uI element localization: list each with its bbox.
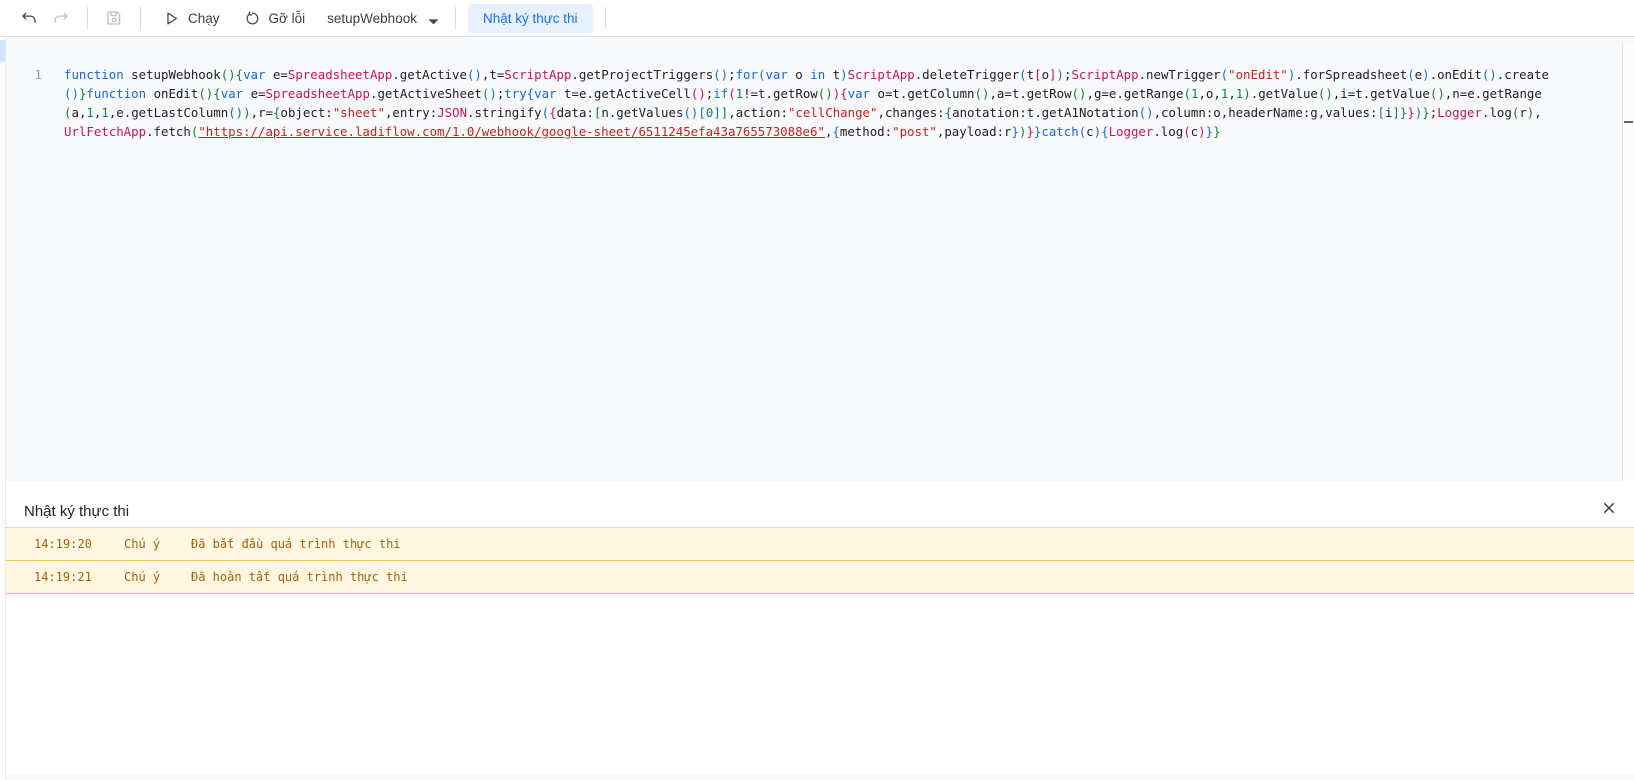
- function-selector-value: setupWebhook: [327, 10, 417, 26]
- toolbar-divider: [140, 7, 141, 29]
- overview-ruler[interactable]: [1622, 42, 1634, 481]
- log-row: 14:19:21 Chú ý Đã hoàn tất quá trình thực …: [6, 561, 1634, 594]
- save-button[interactable]: [100, 4, 128, 32]
- execution-log-header: Nhật ký thực thi: [6, 482, 1634, 528]
- run-icon: [163, 10, 180, 27]
- log-row: 14:19:20 Chú ý Đã bắt đầu quá trình thực t…: [6, 528, 1634, 561]
- log-time: 14:19:21: [34, 570, 92, 584]
- redo-icon: [52, 9, 70, 27]
- chevron-down-icon: [425, 13, 439, 25]
- run-label: Chạy: [188, 10, 220, 26]
- undo-button[interactable]: [15, 4, 43, 32]
- cursor-position-mark: [1624, 121, 1633, 123]
- code-line[interactable]: (a,1,1,e.getLastColumn()),r={object:"she…: [64, 103, 1562, 122]
- log-level: Chú ý: [124, 570, 161, 584]
- code-editor[interactable]: 1 function setupWebhook(){var e=Spreadsh…: [6, 38, 1634, 481]
- toolbar-divider: [87, 7, 88, 29]
- debug-button[interactable]: Gỡ lỗi: [232, 4, 318, 32]
- bottom-edge-strip: [6, 774, 1634, 780]
- close-panel-button[interactable]: [1598, 497, 1620, 519]
- execution-log-panel: Nhật ký thực thi 14:19:20 Chú ý Đã bắt đầu…: [6, 482, 1634, 774]
- undo-icon: [20, 9, 38, 27]
- code-area[interactable]: function setupWebhook(){var e=Spreadshee…: [64, 65, 1562, 141]
- save-icon: [105, 9, 123, 27]
- toolbar-divider: [604, 7, 606, 29]
- log-message: Đã hoàn tất quá trình thực thi: [191, 570, 408, 584]
- log-level: Chú ý: [124, 537, 161, 551]
- log-rows: 14:19:20 Chú ý Đã bắt đầu quá trình thực t…: [6, 528, 1634, 594]
- editor-toolbar: Chạy Gỡ lỗi setupWebhook Nhật ký thực th…: [0, 0, 1634, 37]
- redo-button[interactable]: [47, 4, 75, 32]
- toolbar-divider: [454, 7, 456, 29]
- function-selector[interactable]: setupWebhook: [317, 4, 445, 32]
- execution-log-button[interactable]: Nhật ký thực thi: [467, 3, 593, 33]
- log-time: 14:19:20: [34, 537, 92, 551]
- panel-title: Nhật ký thực thi: [24, 503, 130, 520]
- debug-label: Gỡ lỗi: [268, 10, 306, 26]
- rail-selected-indicator: [0, 40, 5, 62]
- line-number-gutter: 1: [6, 65, 42, 84]
- apps-script-editor: Chạy Gỡ lỗi setupWebhook Nhật ký thực th…: [0, 0, 1634, 780]
- code-line[interactable]: function setupWebhook(){var e=Spreadshee…: [64, 65, 1562, 84]
- line-number: 1: [34, 67, 42, 82]
- run-button[interactable]: Chạy: [151, 4, 232, 32]
- code-line[interactable]: ()}function onEdit(){var e=SpreadsheetAp…: [64, 84, 1562, 103]
- debug-icon: [244, 10, 261, 27]
- close-icon: [1600, 499, 1618, 517]
- log-message: Đã bắt đầu quá trình thực thi: [191, 537, 401, 551]
- code-line[interactable]: UrlFetchApp.fetch("https://api.service.l…: [64, 122, 1562, 141]
